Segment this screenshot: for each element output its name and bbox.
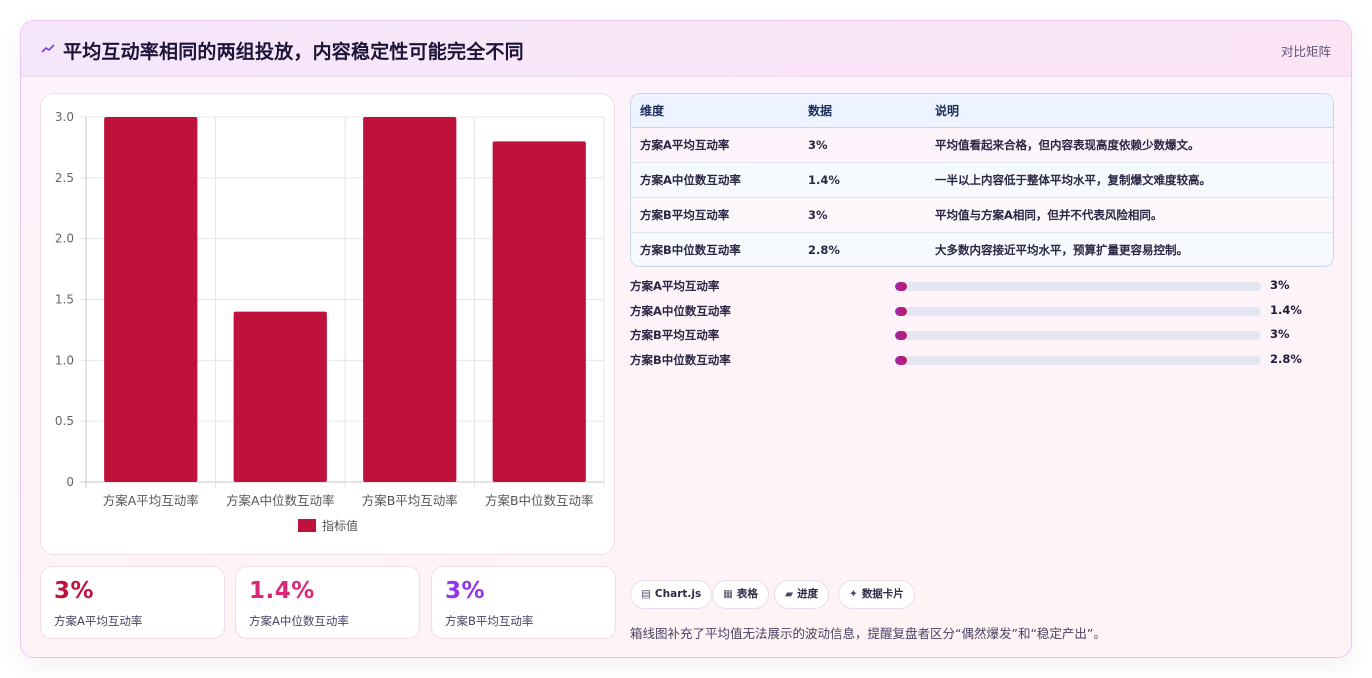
y-tick-label: 0 (66, 475, 74, 489)
column-header: 维度 (631, 94, 799, 128)
table-cell: 平均值与方案A相同，但并不代表风险相同。 (926, 197, 1333, 233)
comparison-card: 平均互动率相同的两组投放，内容稳定性可能完全不同 对比矩阵 0 0.5 1.0 1.5… (20, 20, 1352, 658)
stat-value: 3% (445, 578, 486, 604)
table-row: 方案B平均互动率 3% 平均值与方案A相同，但并不代表风险相同。 (631, 197, 1333, 233)
card-icon: ✦ (849, 588, 858, 600)
legend-label: 指标值 (322, 518, 358, 533)
stat-card-b-mean: 3% 方案B平均互动率 (431, 566, 616, 639)
chart-icon: ▤ (641, 588, 651, 600)
progress-track (895, 307, 1261, 316)
y-tick-label: 0.5 (55, 414, 74, 428)
progress-row-a-mean: 方案A平均互动率 3% (630, 277, 1320, 295)
progress-fill (895, 282, 907, 291)
progress-track (895, 331, 1261, 340)
x-tick-label: 方案A平均互动率 (103, 493, 199, 508)
chip-chartjs[interactable]: ▤ Chart.js (630, 580, 713, 609)
table-header-row: 维度 数据 说明 (631, 94, 1333, 128)
table-cell: 3% (799, 197, 926, 233)
progress-value: 2.8% (1270, 352, 1302, 366)
x-tick-label: 方案B平均互动率 (362, 493, 458, 508)
progress-label: 方案A平均互动率 (630, 279, 720, 293)
table-row: 方案A平均互动率 3% 平均值看起来合格，但内容表现高度依赖少数爆文。 (631, 127, 1333, 163)
bar (363, 117, 457, 482)
stat-value: 1.4% (249, 578, 315, 604)
table-cell: 3% (799, 127, 926, 163)
table-cell: 方案B中位数互动率 (631, 232, 799, 266)
progress-track (895, 282, 1261, 291)
chip-label: Chart.js (654, 588, 702, 600)
chip-data-card[interactable]: ✦ 数据卡片 (838, 580, 915, 609)
chip-progress[interactable]: ▰ 进度 (774, 580, 830, 609)
table-row: 方案A中位数互动率 1.4% 一半以上内容低于整体平均水平，复制爆文难度较高。 (631, 162, 1333, 198)
chip-label: 表格 (736, 588, 758, 600)
table-row: 方案B中位数互动率 2.8% 大多数内容接近平均水平，预算扩量更容易控制。 (631, 232, 1333, 266)
table-icon: ▦ (723, 588, 733, 600)
table-cell: 方案A平均互动率 (631, 127, 799, 163)
column-header: 说明 (926, 94, 1333, 128)
table-cell: 2.8% (799, 232, 926, 266)
progress-row-b-mean: 方案B平均互动率 3% (630, 326, 1320, 344)
bar-chart-panel: 0 0.5 1.0 1.5 2.0 2.5 3.0 方案A平均互动率 方案A中位数互动率 方案B平… (40, 93, 615, 555)
chip-label: 数据卡片 (861, 588, 904, 600)
page-title: 平均互动率相同的两组投放，内容稳定性可能完全不同 (63, 41, 524, 63)
progress-value: 3% (1270, 327, 1290, 341)
progress-label: 方案B平均互动率 (630, 328, 720, 342)
chip-table[interactable]: ▦ 表格 (712, 580, 769, 609)
column-header: 数据 (799, 94, 926, 128)
bar (233, 311, 327, 482)
y-tick-label: 2.0 (55, 232, 74, 246)
y-tick-label: 3.0 (55, 110, 74, 124)
x-tick-label: 方案A中位数互动率 (226, 493, 335, 508)
progress-row-a-median: 方案A中位数互动率 1.4% (630, 302, 1320, 320)
progress-track (895, 356, 1261, 365)
progress-fill (895, 331, 907, 340)
progress-value: 3% (1270, 278, 1290, 292)
stat-label: 方案A平均互动率 (54, 614, 143, 628)
progress-fill (895, 356, 907, 365)
table-cell: 方案A中位数互动率 (631, 162, 799, 198)
y-tick-label: 1.5 (55, 293, 74, 307)
stat-card-a-median: 1.4% 方案A中位数互动率 (235, 566, 420, 639)
stat-card-a-mean: 3% 方案A平均互动率 (40, 566, 225, 639)
legend-swatch (298, 519, 316, 532)
table-cell: 方案B平均互动率 (631, 197, 799, 233)
table-cell: 1.4% (799, 162, 926, 198)
comparison-table: 维度 数据 说明 方案A平均互动率 3% 平均值看起来合格，但内容表现高度依赖少… (630, 93, 1334, 267)
stat-label: 方案A中位数互动率 (249, 614, 349, 628)
table-cell: 一半以上内容低于整体平均水平，复制爆文难度较高。 (926, 162, 1333, 198)
progress-row-b-median: 方案B中位数互动率 2.8% (630, 351, 1320, 369)
table-cell: 大多数内容接近平均水平，预算扩量更容易控制。 (926, 232, 1333, 266)
progress-label: 方案B中位数互动率 (630, 353, 731, 367)
stat-value: 3% (54, 578, 95, 604)
chip-label: 进度 (797, 588, 819, 600)
progress-label: 方案A中位数互动率 (630, 304, 731, 318)
progress-value: 1.4% (1270, 303, 1302, 317)
footnote: 箱线图补充了平均值无法展示的波动信息，提醒复盘者区分“偶然爆发”和“稳定产出”。 (630, 626, 1106, 641)
table-cell: 平均值看起来合格，但内容表现高度依赖少数爆文。 (926, 127, 1333, 163)
stat-label: 方案B平均互动率 (445, 614, 534, 628)
bar (104, 117, 198, 482)
y-tick-label: 1.0 (55, 353, 74, 367)
bar-chart: 0 0.5 1.0 1.5 2.0 2.5 3.0 方案A平均互动率 方案A中位数互动率 方案B平… (55, 110, 605, 533)
trend-icon (41, 44, 55, 53)
progress-fill (895, 307, 907, 316)
progress-icon: ▰ (785, 588, 794, 600)
x-tick-label: 方案B中位数互动率 (485, 493, 594, 508)
y-tick-label: 2.5 (55, 171, 74, 185)
header-tag: 对比矩阵 (1280, 44, 1331, 59)
card-header: 平均互动率相同的两组投放，内容稳定性可能完全不同 对比矩阵 (21, 21, 1351, 77)
bar (492, 141, 586, 483)
